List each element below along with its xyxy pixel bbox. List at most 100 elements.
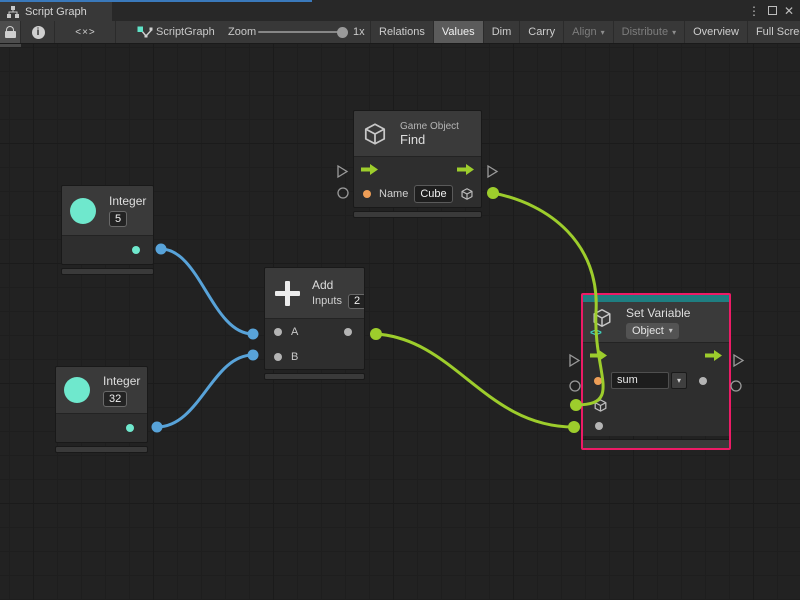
integer-literal-icon bbox=[70, 198, 96, 224]
node-title: Add bbox=[312, 278, 333, 292]
align-button[interactable]: Align▾ bbox=[563, 21, 612, 43]
graph-canvas[interactable]: Integer 5 Integer 32 bbox=[0, 44, 800, 600]
control-flow-row bbox=[354, 157, 481, 181]
overview-button[interactable]: Overview bbox=[684, 21, 747, 43]
integer-value-input[interactable]: 5 bbox=[109, 211, 127, 227]
external-value-out-circle[interactable] bbox=[731, 381, 741, 391]
variable-color-band bbox=[583, 295, 729, 302]
tab-script-graph[interactable]: Script Graph bbox=[0, 2, 112, 21]
node-header[interactable]: Integer 5 bbox=[62, 186, 153, 235]
control-output-arrow-icon[interactable] bbox=[705, 350, 722, 361]
gameobject-output-port-icon[interactable] bbox=[460, 187, 474, 201]
control-flow-row bbox=[583, 343, 729, 367]
integer-literal-icon bbox=[64, 377, 90, 403]
node-header[interactable]: <> Set Variable Object ▾ bbox=[583, 302, 729, 342]
zoom-value: 1x bbox=[353, 21, 365, 43]
close-icon[interactable]: ✕ bbox=[781, 0, 797, 21]
variable-object-icon: <> bbox=[590, 307, 618, 337]
node-title: Find bbox=[400, 132, 459, 147]
zoom-label: Zoom bbox=[228, 21, 256, 43]
control-output-arrow-icon[interactable] bbox=[457, 164, 474, 175]
control-input-arrow-icon[interactable] bbox=[590, 350, 607, 361]
tab-bar: Script Graph ⋮ ✕ bbox=[0, 0, 800, 21]
zoom-slider-track[interactable] bbox=[258, 31, 346, 33]
external-control-out-triangle[interactable] bbox=[488, 166, 497, 177]
zoom-slider-handle[interactable] bbox=[337, 27, 348, 38]
input-row-b: B bbox=[265, 344, 364, 369]
input-port-b[interactable] bbox=[274, 353, 282, 361]
node-footer bbox=[55, 446, 148, 453]
node-header[interactable]: Game Object Find bbox=[354, 111, 481, 156]
variable-dropdown-button[interactable]: ▾ bbox=[671, 372, 687, 389]
external-control-in-triangle[interactable] bbox=[570, 355, 579, 366]
inputs-count-input[interactable]: 2 bbox=[348, 294, 365, 309]
node-title: Integer bbox=[109, 194, 146, 208]
value-output-port[interactable] bbox=[699, 377, 707, 385]
node-integer-5[interactable]: Integer 5 bbox=[61, 185, 154, 275]
node-footer bbox=[353, 211, 482, 218]
hierarchy-icon bbox=[7, 6, 19, 18]
graph-toolbar: i <×> ScriptGraph Zoom 1x Relations Valu… bbox=[0, 21, 800, 44]
canvas-corner-strip bbox=[0, 44, 21, 47]
external-control-in-triangle[interactable] bbox=[338, 166, 347, 177]
string-input-port[interactable] bbox=[363, 190, 371, 198]
node-gameobject-find[interactable]: Game Object Find Name Cube bbox=[353, 110, 482, 218]
carry-button[interactable]: Carry bbox=[519, 21, 563, 43]
external-value-in-circle[interactable] bbox=[338, 188, 348, 198]
add-icon bbox=[275, 281, 300, 306]
value-input-row bbox=[583, 416, 729, 436]
external-control-out-triangle[interactable] bbox=[734, 355, 743, 366]
edit-code-button[interactable]: <×> bbox=[56, 21, 116, 43]
variable-name-combo[interactable]: sum ▾ bbox=[611, 372, 687, 389]
distribute-button[interactable]: Distribute▾ bbox=[613, 21, 684, 43]
external-value-in-circle[interactable] bbox=[570, 381, 580, 391]
node-footer bbox=[61, 268, 154, 275]
input-port-a[interactable] bbox=[274, 328, 282, 336]
gameobject-input-port-icon[interactable] bbox=[593, 398, 608, 413]
variable-name-port[interactable] bbox=[594, 377, 602, 385]
wire-add-to-setvariable-value[interactable] bbox=[376, 334, 574, 427]
wire-integer32-to-add-b[interactable] bbox=[157, 355, 253, 427]
chevron-down-icon: ▾ bbox=[677, 376, 681, 385]
chevron-down-icon: ▾ bbox=[601, 28, 605, 37]
fullscreen-button[interactable]: Full Screen bbox=[747, 21, 800, 43]
window-menu-icon[interactable]: ⋮ bbox=[746, 0, 762, 21]
tab-title: Script Graph bbox=[25, 6, 87, 18]
output-port[interactable] bbox=[132, 246, 140, 254]
relations-button[interactable]: Relations bbox=[370, 21, 433, 43]
chevron-down-icon: ▾ bbox=[672, 28, 676, 37]
integer-value-input[interactable]: 32 bbox=[103, 391, 127, 407]
chevron-down-icon: ▾ bbox=[669, 326, 673, 335]
control-input-arrow-icon[interactable] bbox=[361, 164, 378, 175]
code-icon: <×> bbox=[75, 27, 96, 38]
toolbar-button-group: Relations Values Dim Carry Align▾ Distri… bbox=[370, 21, 800, 43]
inputs-label: Inputs bbox=[312, 295, 342, 307]
node-title: Integer bbox=[103, 374, 140, 388]
variable-name-input[interactable]: sum bbox=[611, 372, 669, 389]
output-port[interactable] bbox=[344, 328, 352, 336]
value-input-port[interactable] bbox=[595, 422, 603, 430]
values-button[interactable]: Values bbox=[433, 21, 483, 43]
maximize-icon[interactable] bbox=[764, 0, 780, 21]
lock-button[interactable] bbox=[0, 21, 21, 43]
dim-button[interactable]: Dim bbox=[483, 21, 520, 43]
node-footer bbox=[264, 373, 365, 380]
name-value-input[interactable]: Cube bbox=[414, 185, 452, 203]
variable-kind-dropdown[interactable]: Object ▾ bbox=[626, 323, 679, 339]
node-set-variable-selected[interactable]: <> Set Variable Object ▾ bbox=[581, 293, 731, 450]
object-target-row bbox=[583, 394, 729, 416]
node-header[interactable]: Integer 32 bbox=[56, 367, 147, 413]
name-parameter-row: Name Cube bbox=[354, 181, 481, 207]
node-title: Set Variable bbox=[626, 306, 690, 320]
output-port[interactable] bbox=[126, 424, 134, 432]
info-icon: i bbox=[32, 26, 45, 39]
node-header[interactable]: Add Inputs 2 bbox=[265, 268, 364, 318]
node-integer-32[interactable]: Integer 32 bbox=[55, 366, 148, 453]
graph-name-label: ScriptGraph bbox=[156, 21, 215, 43]
node-add[interactable]: Add Inputs 2 A B bbox=[264, 267, 365, 380]
node-footer bbox=[583, 439, 729, 448]
node-category: Game Object bbox=[400, 121, 459, 132]
info-button[interactable]: i bbox=[22, 21, 55, 43]
wire-integer5-to-add-a[interactable] bbox=[161, 249, 253, 334]
gameobject-cube-icon bbox=[362, 121, 388, 147]
